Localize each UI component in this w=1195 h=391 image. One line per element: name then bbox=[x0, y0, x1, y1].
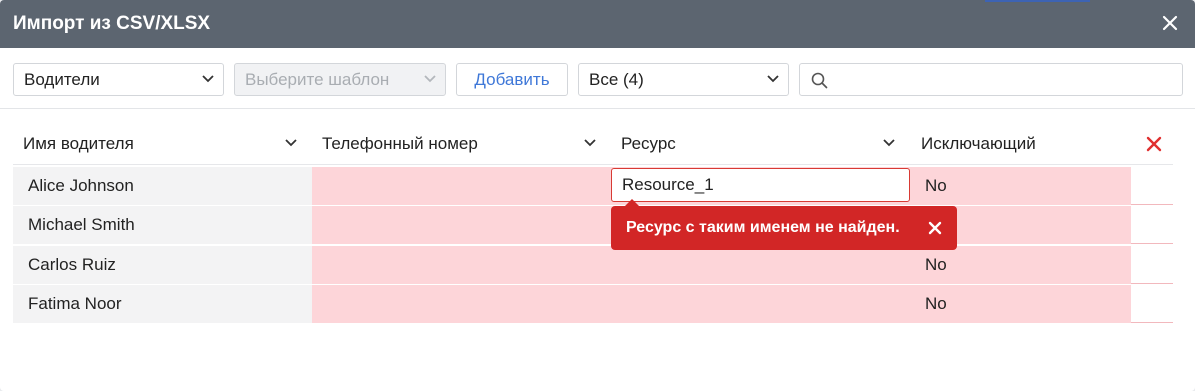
close-icon[interactable] bbox=[1143, 133, 1165, 155]
exclusive-cell: No bbox=[925, 176, 947, 195]
template-select[interactable]: Выберите шаблон bbox=[234, 63, 446, 96]
chevron-down-icon[interactable] bbox=[284, 138, 298, 148]
column-header-label: Телефонный номер bbox=[322, 134, 478, 153]
driver-name-cell: Fatima Noor bbox=[13, 285, 312, 323]
row-tail bbox=[1131, 285, 1173, 323]
dialog-titlebar: Импорт из CSV/XLSX bbox=[0, 0, 1195, 48]
column-header-label: Имя водителя bbox=[23, 134, 134, 153]
chevron-down-icon[interactable] bbox=[583, 138, 597, 148]
table-row[interactable]: Carlos Ruiz No bbox=[13, 246, 1173, 284]
search-icon bbox=[811, 72, 828, 89]
column-header-resource[interactable]: Ресурс bbox=[621, 124, 901, 164]
entity-select-value: Водители bbox=[24, 70, 100, 89]
search-box bbox=[799, 63, 1183, 96]
tooltip-arrow bbox=[625, 199, 639, 206]
driver-name-cell: Michael Smith bbox=[13, 206, 312, 244]
driver-name-cell: Carlos Ruiz bbox=[13, 246, 312, 284]
add-button[interactable]: Добавить bbox=[456, 63, 568, 96]
chevron-down-icon bbox=[424, 75, 436, 83]
column-header-label: Исключающий bbox=[921, 134, 1036, 153]
entity-select[interactable]: Водители bbox=[13, 63, 224, 96]
template-select-placeholder: Выберите шаблон bbox=[245, 70, 390, 89]
column-header-label: Ресурс bbox=[621, 134, 676, 153]
chevron-down-icon[interactable] bbox=[882, 138, 896, 148]
close-icon[interactable] bbox=[928, 221, 942, 235]
chevron-down-icon bbox=[767, 75, 779, 83]
header-divider bbox=[13, 164, 1173, 165]
row-tail bbox=[1131, 246, 1173, 284]
toolbar: Водители Выберите шаблон Добавить Все (4… bbox=[0, 48, 1195, 109]
search-input[interactable] bbox=[834, 66, 1178, 95]
table-row[interactable]: Fatima Noor No bbox=[13, 285, 1173, 323]
column-header-name[interactable]: Имя водителя bbox=[23, 124, 303, 164]
filter-select-value: Все (4) bbox=[589, 70, 644, 89]
import-dialog: Импорт из CSV/XLSX Водители Выберите шаб… bbox=[0, 0, 1195, 391]
close-icon[interactable] bbox=[1159, 12, 1181, 34]
table-row[interactable]: Michael Smith bbox=[13, 206, 1173, 244]
filter-select[interactable]: Все (4) bbox=[578, 63, 789, 96]
exclusive-cell: No bbox=[925, 294, 947, 313]
table-row[interactable]: Alice Johnson No bbox=[13, 167, 1173, 205]
driver-name-cell: Alice Johnson bbox=[13, 167, 312, 205]
background-strip bbox=[985, 0, 1090, 2]
error-tooltip: Ресурс с таким именем не найден. bbox=[611, 199, 957, 250]
row-tail bbox=[1131, 167, 1173, 205]
chevron-down-icon bbox=[202, 75, 214, 83]
resource-input[interactable]: Resource_1 bbox=[611, 168, 910, 202]
row-tail bbox=[1131, 206, 1173, 244]
column-header-exclusive[interactable]: Исключающий bbox=[921, 124, 1121, 164]
exclusive-cell: No bbox=[925, 255, 947, 274]
error-message: Ресурс с таким именем не найден. bbox=[626, 219, 900, 236]
column-header-phone[interactable]: Телефонный номер bbox=[322, 124, 602, 164]
dialog-title: Импорт из CSV/XLSX bbox=[13, 13, 211, 34]
